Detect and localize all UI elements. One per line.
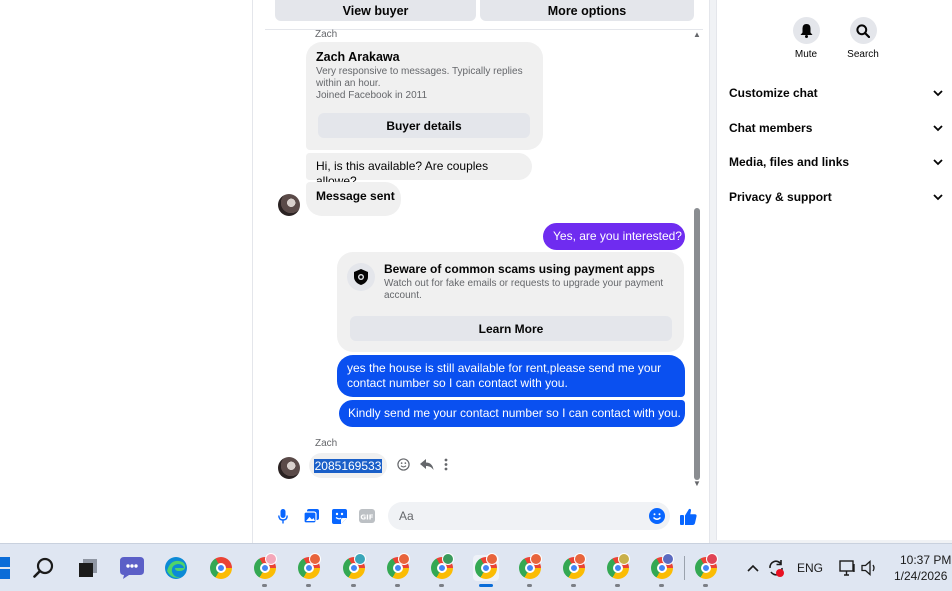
avatar[interactable] [278,194,300,216]
media-files-links-row[interactable]: Media, files and links [729,151,943,173]
running-indicator [571,584,576,587]
clock-time[interactable]: 10:37 PM [900,553,951,567]
chrome-profile-icon-active[interactable] [473,553,499,581]
running-indicator-active [479,584,493,587]
chrome-profile-icon[interactable] [649,553,675,581]
chat-icon[interactable] [119,555,145,581]
photo-icon[interactable] [302,507,320,525]
running-indicator [439,584,444,587]
selected-phone-number[interactable]: 2085169533 [313,458,383,473]
outgoing-message: Yes, are you interested? [543,223,685,250]
privacy-support-row[interactable]: Privacy & support [729,186,943,208]
chevron-down-icon [933,155,943,169]
chrome-profile-icon[interactable] [693,553,719,581]
scroll-thumb[interactable] [694,208,700,480]
sender-name: Zach [315,29,338,40]
more-options-button[interactable]: More options [480,0,694,21]
incoming-message: 2085169533 [309,453,387,478]
start-icon[interactable] [0,555,12,581]
scam-warning-card: Beware of common scams using payment app… [337,252,684,352]
incoming-message: Message sent [306,182,401,216]
chrome-profile-icon[interactable] [296,553,322,581]
chrome-profile-icon[interactable] [341,553,367,581]
chevron-down-icon [933,190,943,204]
running-indicator [306,584,311,587]
buyer-description: Very responsive to messages. Typically r… [316,66,523,101]
scam-warning-description: Watch out for fake emails or requests to… [384,278,664,301]
microphone-icon[interactable] [274,507,292,525]
mute-label: Mute [794,49,818,60]
message-composer: GIF Aa [265,498,705,534]
incoming-message: Hi, is this available? Are couples allow… [306,153,532,188]
running-indicator [659,584,664,587]
gif-icon[interactable]: GIF [358,507,376,525]
chrome-profile-icon[interactable] [385,553,411,581]
running-indicator [615,584,620,587]
running-indicator [527,584,532,587]
shield-icon [347,263,375,291]
chat-conversation: View buyer More options Zach Zach Arakaw… [252,0,710,543]
chrome-profile-icon[interactable] [605,553,631,581]
outgoing-message: Kindly send me your contact number so I … [339,400,685,427]
chat-scrollbar[interactable]: ▲ ▼ [692,30,702,490]
svg-text:GIF: GIF [360,513,373,521]
chrome-icon[interactable] [208,555,234,581]
left-blank-area [0,0,252,543]
running-indicator [395,584,400,587]
search-icon [849,17,877,44]
chevron-down-icon [933,121,943,135]
sync-icon[interactable] [763,555,789,581]
chrome-profile-icon[interactable] [429,553,455,581]
emoji-icon[interactable] [649,508,665,524]
chat-members-row[interactable]: Chat members [729,117,943,139]
windows-taskbar: ENG 10:37 PM 1/24/2026 [0,543,952,591]
task-view-icon[interactable] [75,555,101,581]
chat-info-panel: Mute Search Customize chat Chat members … [716,0,952,540]
running-indicator [262,584,267,587]
buyer-details-button[interactable]: Buyer details [318,113,530,138]
edge-icon[interactable] [163,555,189,581]
more-icon[interactable] [444,458,448,471]
message-input[interactable]: Aa [388,502,670,530]
outgoing-message: yes the house is still available for ren… [337,355,685,397]
chrome-profile-icon[interactable] [561,553,587,581]
chrome-profile-icon[interactable] [252,553,278,581]
sender-name: Zach [315,438,338,449]
reply-icon[interactable] [420,458,434,471]
search-icon[interactable] [31,555,57,581]
chrome-profile-icon[interactable] [517,553,543,581]
mute-button[interactable]: Mute [784,17,828,60]
message-actions [397,458,448,471]
buyer-name: Zach Arakawa [316,50,400,64]
scroll-down-icon[interactable]: ▼ [693,479,701,488]
search-button[interactable]: Search [841,17,885,60]
buyer-info-card: Zach Arakawa Very responsive to messages… [306,42,543,150]
sticker-icon[interactable] [330,507,348,525]
view-buyer-button[interactable]: View buyer [275,0,476,21]
learn-more-button[interactable]: Learn More [350,316,672,341]
chevron-down-icon [933,86,943,100]
running-indicator [351,584,356,587]
language-indicator[interactable]: ENG [797,561,823,575]
scroll-up-icon[interactable]: ▲ [693,30,701,39]
clock-date[interactable]: 1/24/2026 [894,569,947,583]
react-icon[interactable] [397,458,410,471]
taskbar-separator [684,556,685,580]
running-indicator [703,584,708,587]
bell-icon [792,17,820,44]
search-label: Search [847,49,879,60]
thumbs-up-icon[interactable] [679,507,697,525]
volume-icon[interactable] [857,555,883,581]
avatar[interactable] [278,457,300,479]
customize-chat-row[interactable]: Customize chat [729,82,943,104]
scam-warning-title: Beware of common scams using payment app… [384,262,655,276]
